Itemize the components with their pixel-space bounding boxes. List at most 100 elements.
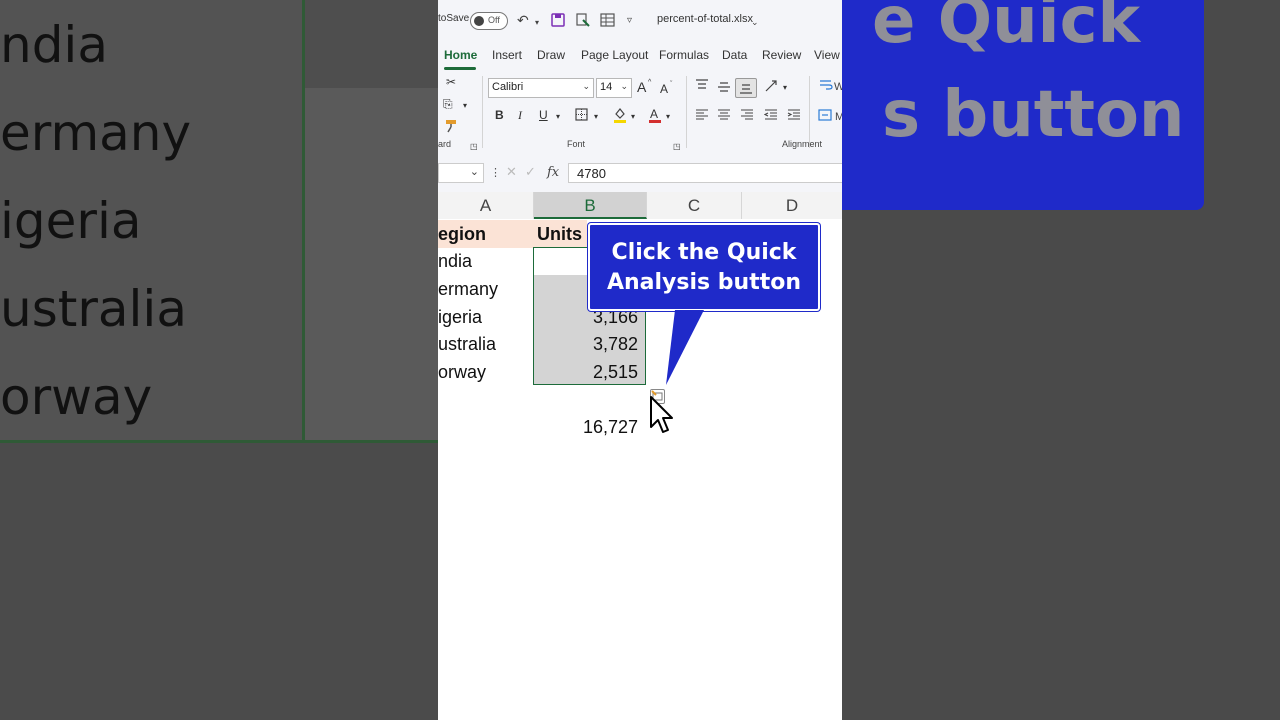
column-header-c[interactable]: C bbox=[647, 192, 742, 219]
file-name[interactable]: percent-of-total.xlsx bbox=[657, 13, 753, 25]
grow-caret-icon: ^ bbox=[648, 79, 652, 86]
svg-text:A: A bbox=[650, 107, 658, 121]
chevron-down-icon: ⌄ bbox=[469, 166, 479, 178]
underline-button[interactable]: U bbox=[539, 108, 548, 122]
tab-draw[interactable]: Draw bbox=[537, 48, 565, 62]
cut-icon[interactable]: ✂ bbox=[446, 75, 456, 89]
borders-icon[interactable] bbox=[575, 108, 588, 124]
customize-icon[interactable]: ▿ bbox=[627, 14, 632, 28]
formula-input[interactable]: 4780 bbox=[568, 163, 842, 183]
tab-data[interactable]: Data bbox=[722, 48, 747, 62]
tab-home[interactable]: Home bbox=[444, 48, 477, 62]
excel-window: toSave Off ↶ ▾ ▿ percent-of-total.xlsx ⌄… bbox=[438, 0, 842, 720]
merge-center-icon[interactable] bbox=[818, 109, 832, 124]
align-middle-icon[interactable] bbox=[717, 81, 731, 96]
chevron-down-icon[interactable]: ▾ bbox=[535, 16, 539, 30]
background-word: igeria bbox=[0, 192, 142, 250]
name-box[interactable]: ⌄ bbox=[438, 163, 484, 183]
bold-button[interactable]: B bbox=[495, 108, 504, 122]
background-column-selected bbox=[305, 88, 438, 443]
chevron-down-icon[interactable]: ▾ bbox=[631, 110, 635, 124]
alignment-group-label: Alignment bbox=[782, 139, 823, 149]
cancel-icon[interactable]: ✕ bbox=[506, 164, 517, 180]
cell-total[interactable]: 16,727 bbox=[534, 413, 647, 441]
background-word: ustralia bbox=[0, 280, 187, 338]
background-banner-line: e Quick bbox=[872, 0, 1141, 58]
font-color-icon[interactable]: A bbox=[648, 107, 662, 126]
dialog-launcher-icon[interactable]: ◳ bbox=[673, 140, 681, 154]
merge-center-label[interactable]: M bbox=[835, 110, 842, 124]
table-icon[interactable] bbox=[600, 13, 615, 29]
decrease-indent-icon[interactable] bbox=[763, 109, 778, 124]
wrap-text-icon[interactable] bbox=[819, 79, 833, 94]
chevron-down-icon[interactable]: ▾ bbox=[666, 110, 670, 124]
save-icon[interactable] bbox=[551, 13, 565, 29]
clipboard-group-label: ard bbox=[438, 139, 452, 149]
tab-review[interactable]: Review bbox=[762, 48, 801, 62]
chevron-down-icon[interactable]: ▾ bbox=[594, 110, 598, 124]
toggle-knob bbox=[474, 16, 484, 26]
cell-units[interactable]: 2,515 bbox=[534, 358, 647, 386]
cell-region[interactable]: ndia bbox=[438, 247, 472, 275]
font-name-box[interactable]: Calibri ⌄ bbox=[488, 78, 594, 98]
shrink-font-button[interactable]: A bbox=[660, 82, 668, 96]
formula-bar: ⌄ ⋮ ✕ ✓ fx 4780 bbox=[438, 156, 842, 192]
callout-line-2: Analysis button bbox=[606, 270, 802, 295]
cell-region[interactable]: ermany bbox=[438, 275, 498, 303]
cell-region[interactable]: ustralia bbox=[438, 330, 496, 358]
background-column bbox=[305, 0, 438, 89]
enter-icon[interactable]: ✓ bbox=[525, 164, 536, 180]
cell-region[interactable]: igeria bbox=[438, 303, 482, 331]
cell-units[interactable]: 3,782 bbox=[534, 330, 647, 358]
cell-region[interactable]: orway bbox=[438, 358, 486, 386]
chevron-down-icon[interactable]: ▾ bbox=[463, 99, 467, 113]
chevron-down-icon[interactable]: ▾ bbox=[556, 110, 560, 124]
tab-insert[interactable]: Insert bbox=[492, 48, 522, 62]
mouse-cursor-icon bbox=[650, 396, 673, 433]
font-group-label: Font bbox=[567, 139, 586, 149]
align-top-icon[interactable] bbox=[695, 79, 709, 94]
grow-font-button[interactable]: A bbox=[637, 80, 646, 94]
undo-icon[interactable]: ↶ bbox=[517, 13, 529, 27]
font-size-box[interactable]: 14 ⌄ bbox=[596, 78, 632, 98]
copy-format-icon[interactable] bbox=[576, 13, 590, 29]
tab-page-layout[interactable]: Page Layout bbox=[581, 48, 648, 62]
autosave-toggle[interactable]: Off bbox=[470, 12, 508, 30]
column-header-b[interactable]: B bbox=[534, 192, 647, 219]
wrap-text-label[interactable]: W bbox=[834, 80, 842, 94]
callout-line-1: Click the Quick bbox=[611, 240, 797, 265]
ribbon-separator bbox=[809, 76, 810, 148]
align-right-icon[interactable] bbox=[740, 109, 754, 124]
chevron-down-icon[interactable]: ⌄ bbox=[751, 15, 759, 29]
ribbon-separator bbox=[482, 76, 483, 148]
dialog-launcher-icon[interactable]: ◳ bbox=[470, 140, 478, 154]
ribbon-tabs: Home Insert Draw Page Layout Formulas Da… bbox=[438, 42, 842, 70]
more-options-icon[interactable]: ⋮ bbox=[490, 166, 501, 179]
align-center-icon[interactable] bbox=[717, 109, 731, 124]
tab-view[interactable]: View bbox=[814, 48, 840, 62]
title-bar: toSave Off ↶ ▾ ▿ percent-of-total.xlsx ⌄ bbox=[438, 0, 842, 42]
worksheet-grid[interactable]: egion Units ndia ermany igeria 3,166 ust… bbox=[438, 219, 842, 720]
align-bottom-button[interactable] bbox=[735, 78, 757, 98]
orientation-icon[interactable] bbox=[764, 79, 780, 96]
column-header-a[interactable]: A bbox=[438, 192, 534, 219]
insert-function-icon[interactable]: fx bbox=[547, 165, 559, 180]
align-left-icon[interactable] bbox=[695, 109, 709, 124]
tab-formulas[interactable]: Formulas bbox=[659, 48, 709, 62]
background-banner: e Quick s button bbox=[842, 0, 1204, 210]
chevron-down-icon[interactable]: ▾ bbox=[783, 81, 787, 95]
format-painter-icon[interactable] bbox=[444, 119, 458, 136]
column-header-d[interactable]: D bbox=[742, 192, 842, 219]
toggle-state-label: Off bbox=[488, 15, 500, 25]
cell-header-units[interactable]: Units bbox=[534, 220, 587, 248]
background-word: ndia bbox=[0, 16, 108, 74]
column-headers: A B C D bbox=[438, 192, 842, 220]
background-word: orway bbox=[0, 368, 153, 426]
fill-color-icon[interactable] bbox=[613, 107, 627, 126]
increase-indent-icon[interactable] bbox=[787, 109, 801, 124]
cell-header-region[interactable]: egion bbox=[438, 220, 534, 248]
callout-pointer bbox=[666, 310, 704, 385]
background-banner-line: s button bbox=[882, 78, 1185, 152]
italic-button[interactable]: I bbox=[518, 108, 522, 122]
copy-icon[interactable]: ⎘ bbox=[443, 97, 453, 111]
